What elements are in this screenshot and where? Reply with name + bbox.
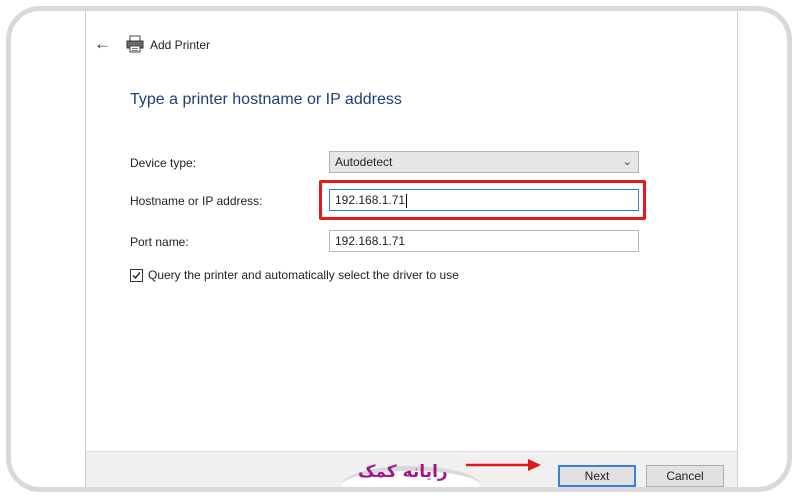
next-button[interactable]: Next [558,465,636,487]
red-arrow-icon [466,459,541,471]
hostname-value: 192.168.1.71 [335,193,406,207]
cancel-button[interactable]: Cancel [646,465,724,487]
page-heading: Type a printer hostname or IP address [130,91,402,108]
port-name-input[interactable]: 192.168.1.71 [329,230,639,252]
title-bar: ← Add Printer [86,25,737,65]
hostname-label: Hostname or IP address: [130,194,263,208]
screenshot-frame: ← Add Printer Type a printer hostname or… [6,6,792,492]
watermark-logo: رایانه کمک [358,462,448,482]
query-printer-label: Query the printer and automatically sele… [148,268,459,282]
text-caret [406,193,408,208]
back-arrow-icon[interactable]: ← [94,35,112,53]
device-type-value: Autodetect [335,155,393,169]
device-type-select[interactable]: Autodetect ⌄ [329,151,639,173]
add-printer-window: ← Add Printer Type a printer hostname or… [85,11,738,487]
checkmark-icon [132,272,141,280]
query-printer-checkbox[interactable] [130,269,143,282]
chevron-down-icon: ⌄ [622,156,632,168]
window-title: Add Printer [150,38,211,52]
hostname-input[interactable]: 192.168.1.71 [329,189,639,211]
printer-icon [126,35,144,53]
device-type-label: Device type: [130,156,197,170]
port-name-label: Port name: [130,235,189,249]
port-name-value: 192.168.1.71 [335,234,406,248]
